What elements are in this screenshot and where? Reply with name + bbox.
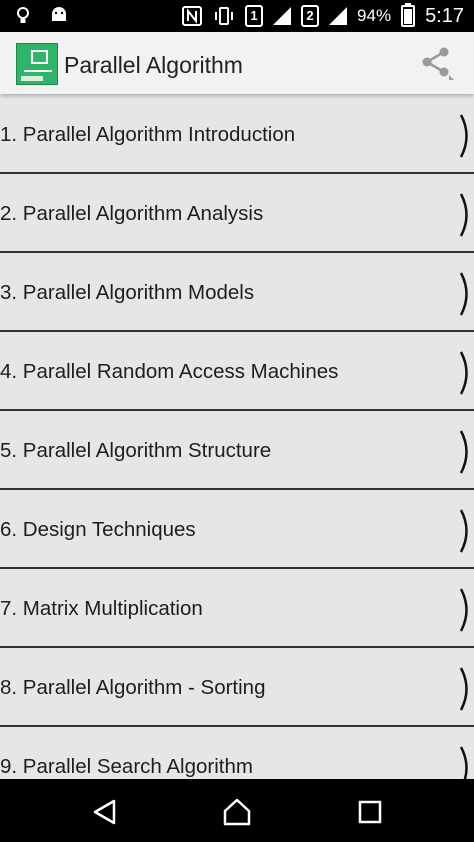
- list-item-7[interactable]: 7. Matrix Multiplication: [0, 569, 474, 648]
- list-item-3[interactable]: 3. Parallel Algorithm Models: [0, 253, 474, 332]
- list-item-label: 8. Parallel Algorithm - Sorting: [0, 676, 266, 699]
- list-item-6[interactable]: 6. Design Techniques: [0, 490, 474, 569]
- list-item-label: 4. Parallel Random Access Machines: [0, 360, 339, 383]
- list-item-9[interactable]: 9. Parallel Search Algorithm: [0, 727, 474, 779]
- lightbulb-icon: [12, 4, 34, 26]
- app-bar: Parallel Algorithm: [0, 32, 474, 94]
- sim1-badge: 1: [245, 5, 264, 27]
- chevron-right-icon: [459, 351, 468, 395]
- list-item-5[interactable]: 5. Parallel Algorithm Structure: [0, 411, 474, 490]
- battery-icon: [401, 3, 416, 27]
- list-item-label: 2. Parallel Algorithm Analysis: [0, 202, 264, 225]
- topic-list: 1. Parallel Algorithm Introduction 2. Pa…: [0, 95, 474, 779]
- chevron-right-icon: [459, 588, 468, 632]
- chevron-right-icon: [459, 509, 468, 553]
- android-icon: [48, 4, 70, 26]
- recents-icon[interactable]: [355, 797, 385, 827]
- chevron-right-icon: [459, 667, 468, 711]
- app-title: Parallel Algorithm: [64, 52, 243, 78]
- signal2-icon: [329, 7, 348, 25]
- navigation-bar: [0, 779, 474, 842]
- vibrate-icon: [213, 5, 235, 27]
- chevron-right-icon: [459, 272, 468, 316]
- list-item-label: 5. Parallel Algorithm Structure: [0, 439, 272, 462]
- chevron-right-icon: [459, 430, 468, 474]
- chevron-right-icon: [459, 114, 468, 158]
- chevron-right-icon: [459, 193, 468, 237]
- list-item-label: 6. Design Techniques: [0, 518, 196, 541]
- sim2-badge: 2: [301, 5, 320, 27]
- clock: 5:17: [425, 4, 464, 27]
- home-icon[interactable]: [222, 797, 252, 827]
- list-item-label: 1. Parallel Algorithm Introduction: [0, 123, 296, 146]
- list-item-1[interactable]: 1. Parallel Algorithm Introduction: [0, 95, 474, 174]
- status-bar: 1 2 94% 5:17: [0, 0, 474, 32]
- battery-percent: 94%: [357, 6, 392, 25]
- list-item-2[interactable]: 2. Parallel Algorithm Analysis: [0, 174, 474, 253]
- list-item-label: 3. Parallel Algorithm Models: [0, 281, 255, 304]
- list-item-label: 7. Matrix Multiplication: [0, 597, 203, 620]
- chevron-right-icon: [459, 746, 468, 779]
- back-icon[interactable]: [90, 797, 120, 827]
- app-logo-icon: [16, 43, 58, 85]
- list-item-4[interactable]: 4. Parallel Random Access Machines: [0, 332, 474, 411]
- list-item-label: 9. Parallel Search Algorithm: [0, 755, 253, 778]
- nfc-icon: [181, 5, 203, 27]
- signal1-icon: [273, 7, 292, 25]
- list-item-8[interactable]: 8. Parallel Algorithm - Sorting: [0, 648, 474, 727]
- share-icon[interactable]: [418, 44, 454, 80]
